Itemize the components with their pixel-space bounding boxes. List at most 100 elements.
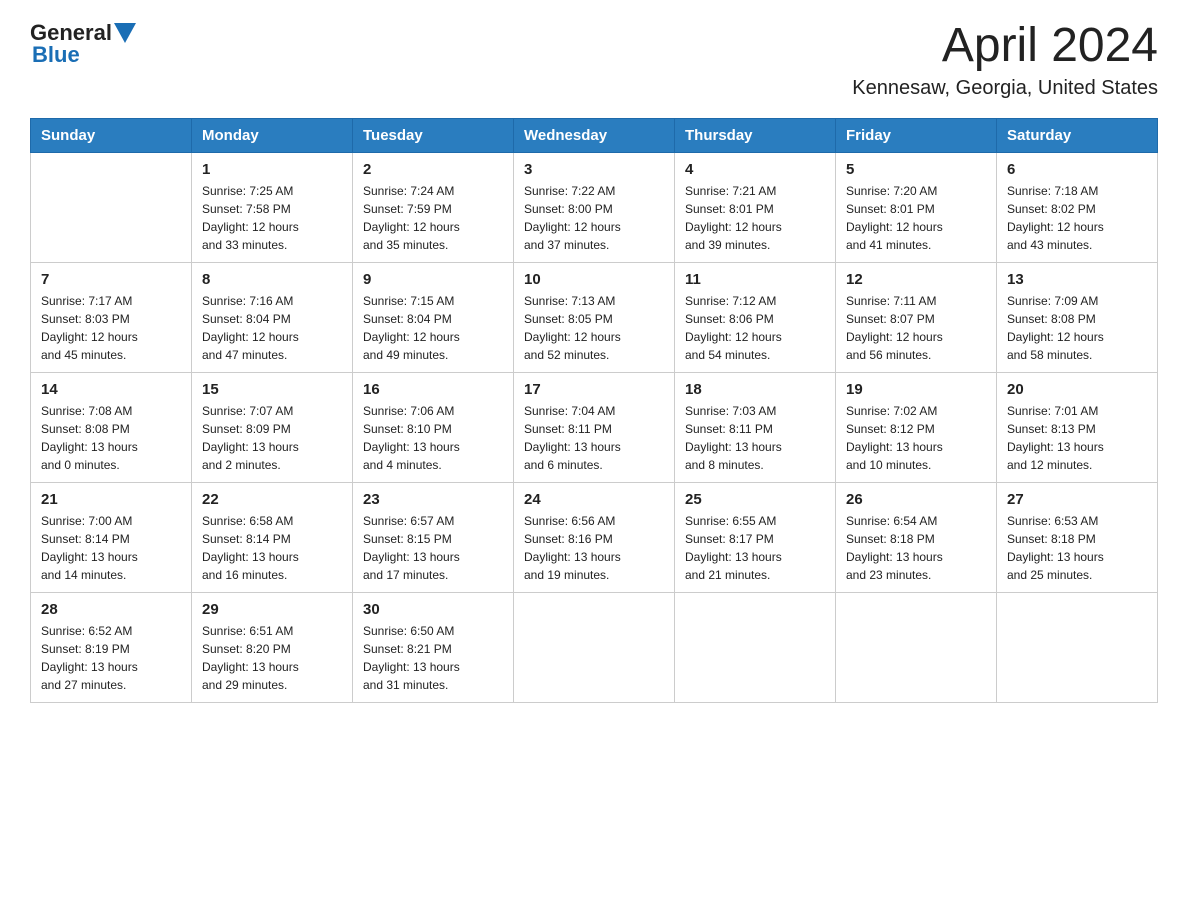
day-number: 10: [524, 271, 664, 288]
day-of-week-header: Friday: [836, 118, 997, 152]
empty-cell: [514, 592, 675, 702]
day-info: Sunrise: 7:24 AMSunset: 7:59 PMDaylight:…: [363, 182, 503, 254]
calendar-day-cell: 20 Sunrise: 7:01 AMSunset: 8:13 PMDayligh…: [997, 372, 1158, 482]
calendar-day-cell: 6 Sunrise: 7:18 AMSunset: 8:02 PMDaylight…: [997, 152, 1158, 262]
day-info: Sunrise: 7:11 AMSunset: 8:07 PMDaylight:…: [846, 292, 986, 364]
day-info: Sunrise: 6:53 AMSunset: 8:18 PMDaylight:…: [1007, 512, 1147, 584]
day-info: Sunrise: 7:03 AMSunset: 8:11 PMDaylight:…: [685, 402, 825, 474]
day-info: Sunrise: 7:25 AMSunset: 7:58 PMDaylight:…: [202, 182, 342, 254]
calendar-day-cell: 9Sunrise: 7:15 AMSunset: 8:04 PMDaylight…: [353, 262, 514, 372]
day-info: Sunrise: 7:13 AMSunset: 8:05 PMDaylight:…: [524, 292, 664, 364]
calendar-day-cell: 24 Sunrise: 6:56 AMSunset: 8:16 PMDayligh…: [514, 482, 675, 592]
logo: General Blue: [30, 20, 136, 68]
logo-triangle-icon: [114, 23, 136, 45]
day-info: Sunrise: 6:52 AMSunset: 8:19 PMDaylight:…: [41, 622, 181, 694]
calendar-day-cell: 5 Sunrise: 7:20 AMSunset: 8:01 PMDaylight…: [836, 152, 997, 262]
day-of-week-header: Thursday: [675, 118, 836, 152]
day-info: Sunrise: 7:22 AMSunset: 8:00 PMDaylight:…: [524, 182, 664, 254]
day-info: Sunrise: 6:51 AMSunset: 8:20 PMDaylight:…: [202, 622, 342, 694]
day-info: Sunrise: 7:07 AMSunset: 8:09 PMDaylight:…: [202, 402, 342, 474]
calendar-day-cell: 4 Sunrise: 7:21 AMSunset: 8:01 PMDaylight…: [675, 152, 836, 262]
day-number: 5: [846, 161, 986, 178]
empty-cell: [31, 152, 192, 262]
calendar-day-cell: 29 Sunrise: 6:51 AMSunset: 8:20 PMDayligh…: [192, 592, 353, 702]
calendar-day-cell: 7Sunrise: 7:17 AMSunset: 8:03 PMDaylight…: [31, 262, 192, 372]
day-number: 4: [685, 161, 825, 178]
calendar-table: SundayMondayTuesdayWednesdayThursdayFrid…: [30, 118, 1158, 703]
calendar-day-cell: 25 Sunrise: 6:55 AMSunset: 8:17 PMDayligh…: [675, 482, 836, 592]
day-number: 24: [524, 491, 664, 508]
day-info: Sunrise: 6:50 AMSunset: 8:21 PMDaylight:…: [363, 622, 503, 694]
calendar-day-cell: 2 Sunrise: 7:24 AMSunset: 7:59 PMDaylight…: [353, 152, 514, 262]
day-number: 23: [363, 491, 503, 508]
calendar-day-cell: 18 Sunrise: 7:03 AMSunset: 8:11 PMDayligh…: [675, 372, 836, 482]
day-info: Sunrise: 6:58 AMSunset: 8:14 PMDaylight:…: [202, 512, 342, 584]
calendar-day-cell: 1 Sunrise: 7:25 AMSunset: 7:58 PMDaylight…: [192, 152, 353, 262]
calendar-day-cell: 16Sunrise: 7:06 AMSunset: 8:10 PMDayligh…: [353, 372, 514, 482]
calendar-day-cell: 13 Sunrise: 7:09 AMSunset: 8:08 PMDayligh…: [997, 262, 1158, 372]
day-number: 8: [202, 271, 342, 288]
day-info: Sunrise: 7:12 AMSunset: 8:06 PMDaylight:…: [685, 292, 825, 364]
calendar-day-cell: 8 Sunrise: 7:16 AMSunset: 8:04 PMDaylight…: [192, 262, 353, 372]
day-number: 14: [41, 381, 181, 398]
day-number: 3: [524, 161, 664, 178]
calendar-day-cell: 26 Sunrise: 6:54 AMSunset: 8:18 PMDayligh…: [836, 482, 997, 592]
day-number: 27: [1007, 491, 1147, 508]
day-number: 19: [846, 381, 986, 398]
day-of-week-header: Saturday: [997, 118, 1158, 152]
day-number: 26: [846, 491, 986, 508]
day-number: 20: [1007, 381, 1147, 398]
day-of-week-header: Monday: [192, 118, 353, 152]
logo-blue-text: Blue: [32, 42, 80, 68]
day-info: Sunrise: 7:21 AMSunset: 8:01 PMDaylight:…: [685, 182, 825, 254]
page-header: General Blue April 2024 Kennesaw, Georgi…: [30, 20, 1158, 100]
day-number: 22: [202, 491, 342, 508]
calendar-day-cell: 12 Sunrise: 7:11 AMSunset: 8:07 PMDayligh…: [836, 262, 997, 372]
calendar-day-cell: 11Sunrise: 7:12 AMSunset: 8:06 PMDayligh…: [675, 262, 836, 372]
day-number: 25: [685, 491, 825, 508]
calendar-day-cell: 27 Sunrise: 6:53 AMSunset: 8:18 PMDayligh…: [997, 482, 1158, 592]
day-info: Sunrise: 7:06 AMSunset: 8:10 PMDaylight:…: [363, 402, 503, 474]
day-info: Sunrise: 6:56 AMSunset: 8:16 PMDaylight:…: [524, 512, 664, 584]
day-number: 15: [202, 381, 342, 398]
day-number: 9: [363, 271, 503, 288]
calendar-day-cell: 19Sunrise: 7:02 AMSunset: 8:12 PMDayligh…: [836, 372, 997, 482]
calendar-day-cell: 22 Sunrise: 6:58 AMSunset: 8:14 PMDayligh…: [192, 482, 353, 592]
day-info: Sunrise: 7:18 AMSunset: 8:02 PMDaylight:…: [1007, 182, 1147, 254]
day-of-week-header: Tuesday: [353, 118, 514, 152]
calendar-subtitle: Kennesaw, Georgia, United States: [852, 77, 1158, 100]
day-info: Sunrise: 7:04 AMSunset: 8:11 PMDaylight:…: [524, 402, 664, 474]
day-number: 1: [202, 161, 342, 178]
day-number: 2: [363, 161, 503, 178]
calendar-day-cell: 28 Sunrise: 6:52 AMSunset: 8:19 PMDayligh…: [31, 592, 192, 702]
empty-cell: [675, 592, 836, 702]
calendar-day-cell: 10 Sunrise: 7:13 AMSunset: 8:05 PMDayligh…: [514, 262, 675, 372]
day-number: 18: [685, 381, 825, 398]
calendar-day-cell: 23 Sunrise: 6:57 AMSunset: 8:15 PMDayligh…: [353, 482, 514, 592]
days-header-row: SundayMondayTuesdayWednesdayThursdayFrid…: [31, 118, 1158, 152]
day-info: Sunrise: 7:16 AMSunset: 8:04 PMDaylight:…: [202, 292, 342, 364]
calendar-day-cell: 15 Sunrise: 7:07 AMSunset: 8:09 PMDayligh…: [192, 372, 353, 482]
day-info: Sunrise: 7:00 AMSunset: 8:14 PMDaylight:…: [41, 512, 181, 584]
day-of-week-header: Sunday: [31, 118, 192, 152]
day-info: Sunrise: 7:01 AMSunset: 8:13 PMDaylight:…: [1007, 402, 1147, 474]
day-info: Sunrise: 7:17 AMSunset: 8:03 PMDaylight:…: [41, 292, 181, 364]
calendar-day-cell: 30Sunrise: 6:50 AMSunset: 8:21 PMDayligh…: [353, 592, 514, 702]
day-info: Sunrise: 6:57 AMSunset: 8:15 PMDaylight:…: [363, 512, 503, 584]
day-of-week-header: Wednesday: [514, 118, 675, 152]
day-number: 13: [1007, 271, 1147, 288]
calendar-day-cell: 21 Sunrise: 7:00 AMSunset: 8:14 PMDayligh…: [31, 482, 192, 592]
day-info: Sunrise: 6:54 AMSunset: 8:18 PMDaylight:…: [846, 512, 986, 584]
day-number: 29: [202, 601, 342, 618]
empty-cell: [997, 592, 1158, 702]
day-info: Sunrise: 7:09 AMSunset: 8:08 PMDaylight:…: [1007, 292, 1147, 364]
day-number: 21: [41, 491, 181, 508]
day-number: 12: [846, 271, 986, 288]
day-number: 17: [524, 381, 664, 398]
day-number: 6: [1007, 161, 1147, 178]
day-info: Sunrise: 6:55 AMSunset: 8:17 PMDaylight:…: [685, 512, 825, 584]
day-number: 28: [41, 601, 181, 618]
day-info: Sunrise: 7:08 AMSunset: 8:08 PMDaylight:…: [41, 402, 181, 474]
calendar-title: April 2024: [852, 20, 1158, 73]
day-info: Sunrise: 7:20 AMSunset: 8:01 PMDaylight:…: [846, 182, 986, 254]
